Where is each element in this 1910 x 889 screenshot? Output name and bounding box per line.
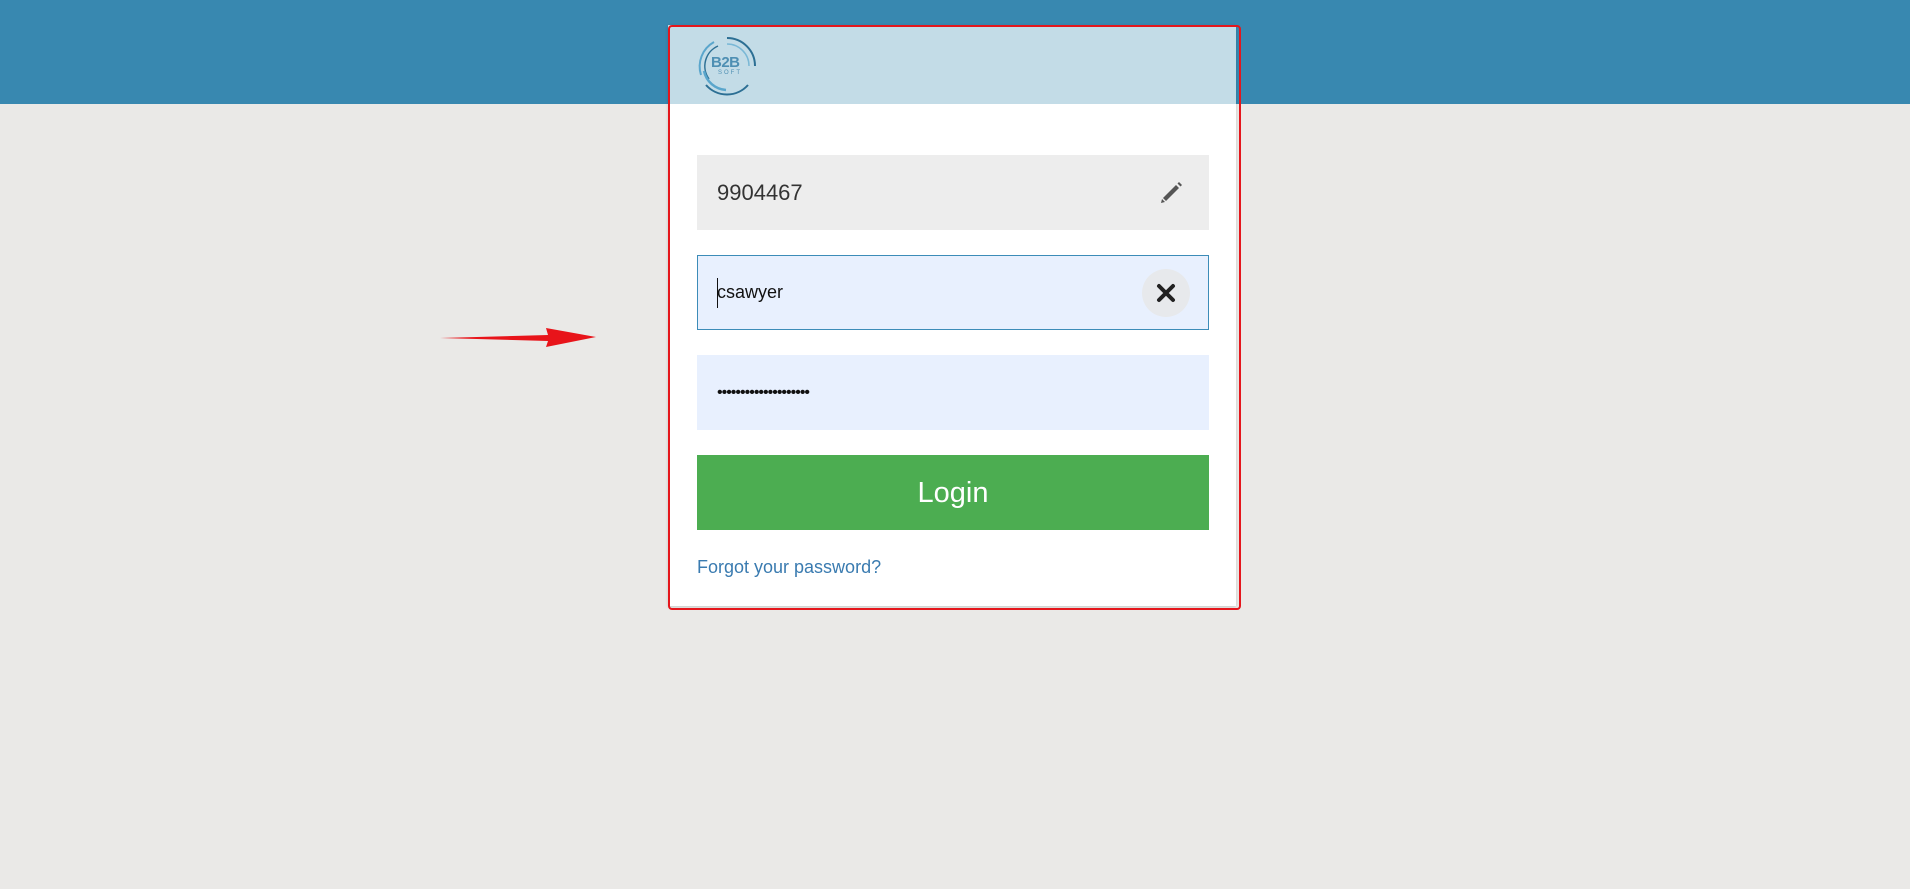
username-field[interactable]: csawyer [697,255,1209,330]
b2b-soft-logo: B2B SOFT [696,35,758,97]
card-header: B2B SOFT [668,25,1236,104]
close-icon [1157,284,1175,302]
forgot-password-link[interactable]: Forgot your password? [697,557,881,578]
clear-username-button[interactable] [1142,269,1190,317]
pencil-icon[interactable] [1157,177,1187,207]
company-id-field[interactable]: 9904467 [697,155,1209,230]
login-button[interactable]: Login [697,455,1209,530]
password-field[interactable]: •••••••••••••••••••• [697,355,1209,430]
annotation-arrow-icon [440,328,596,347]
logo-text: B2B [711,54,740,71]
password-value: •••••••••••••••••••• [717,384,810,401]
username-value: csawyer [717,282,784,302]
logo-subtext: SOFT [718,70,742,76]
login-card: B2B SOFT 9904467 csawyer •••••••••••••••… [668,25,1236,606]
company-id-value: 9904467 [717,180,803,205]
